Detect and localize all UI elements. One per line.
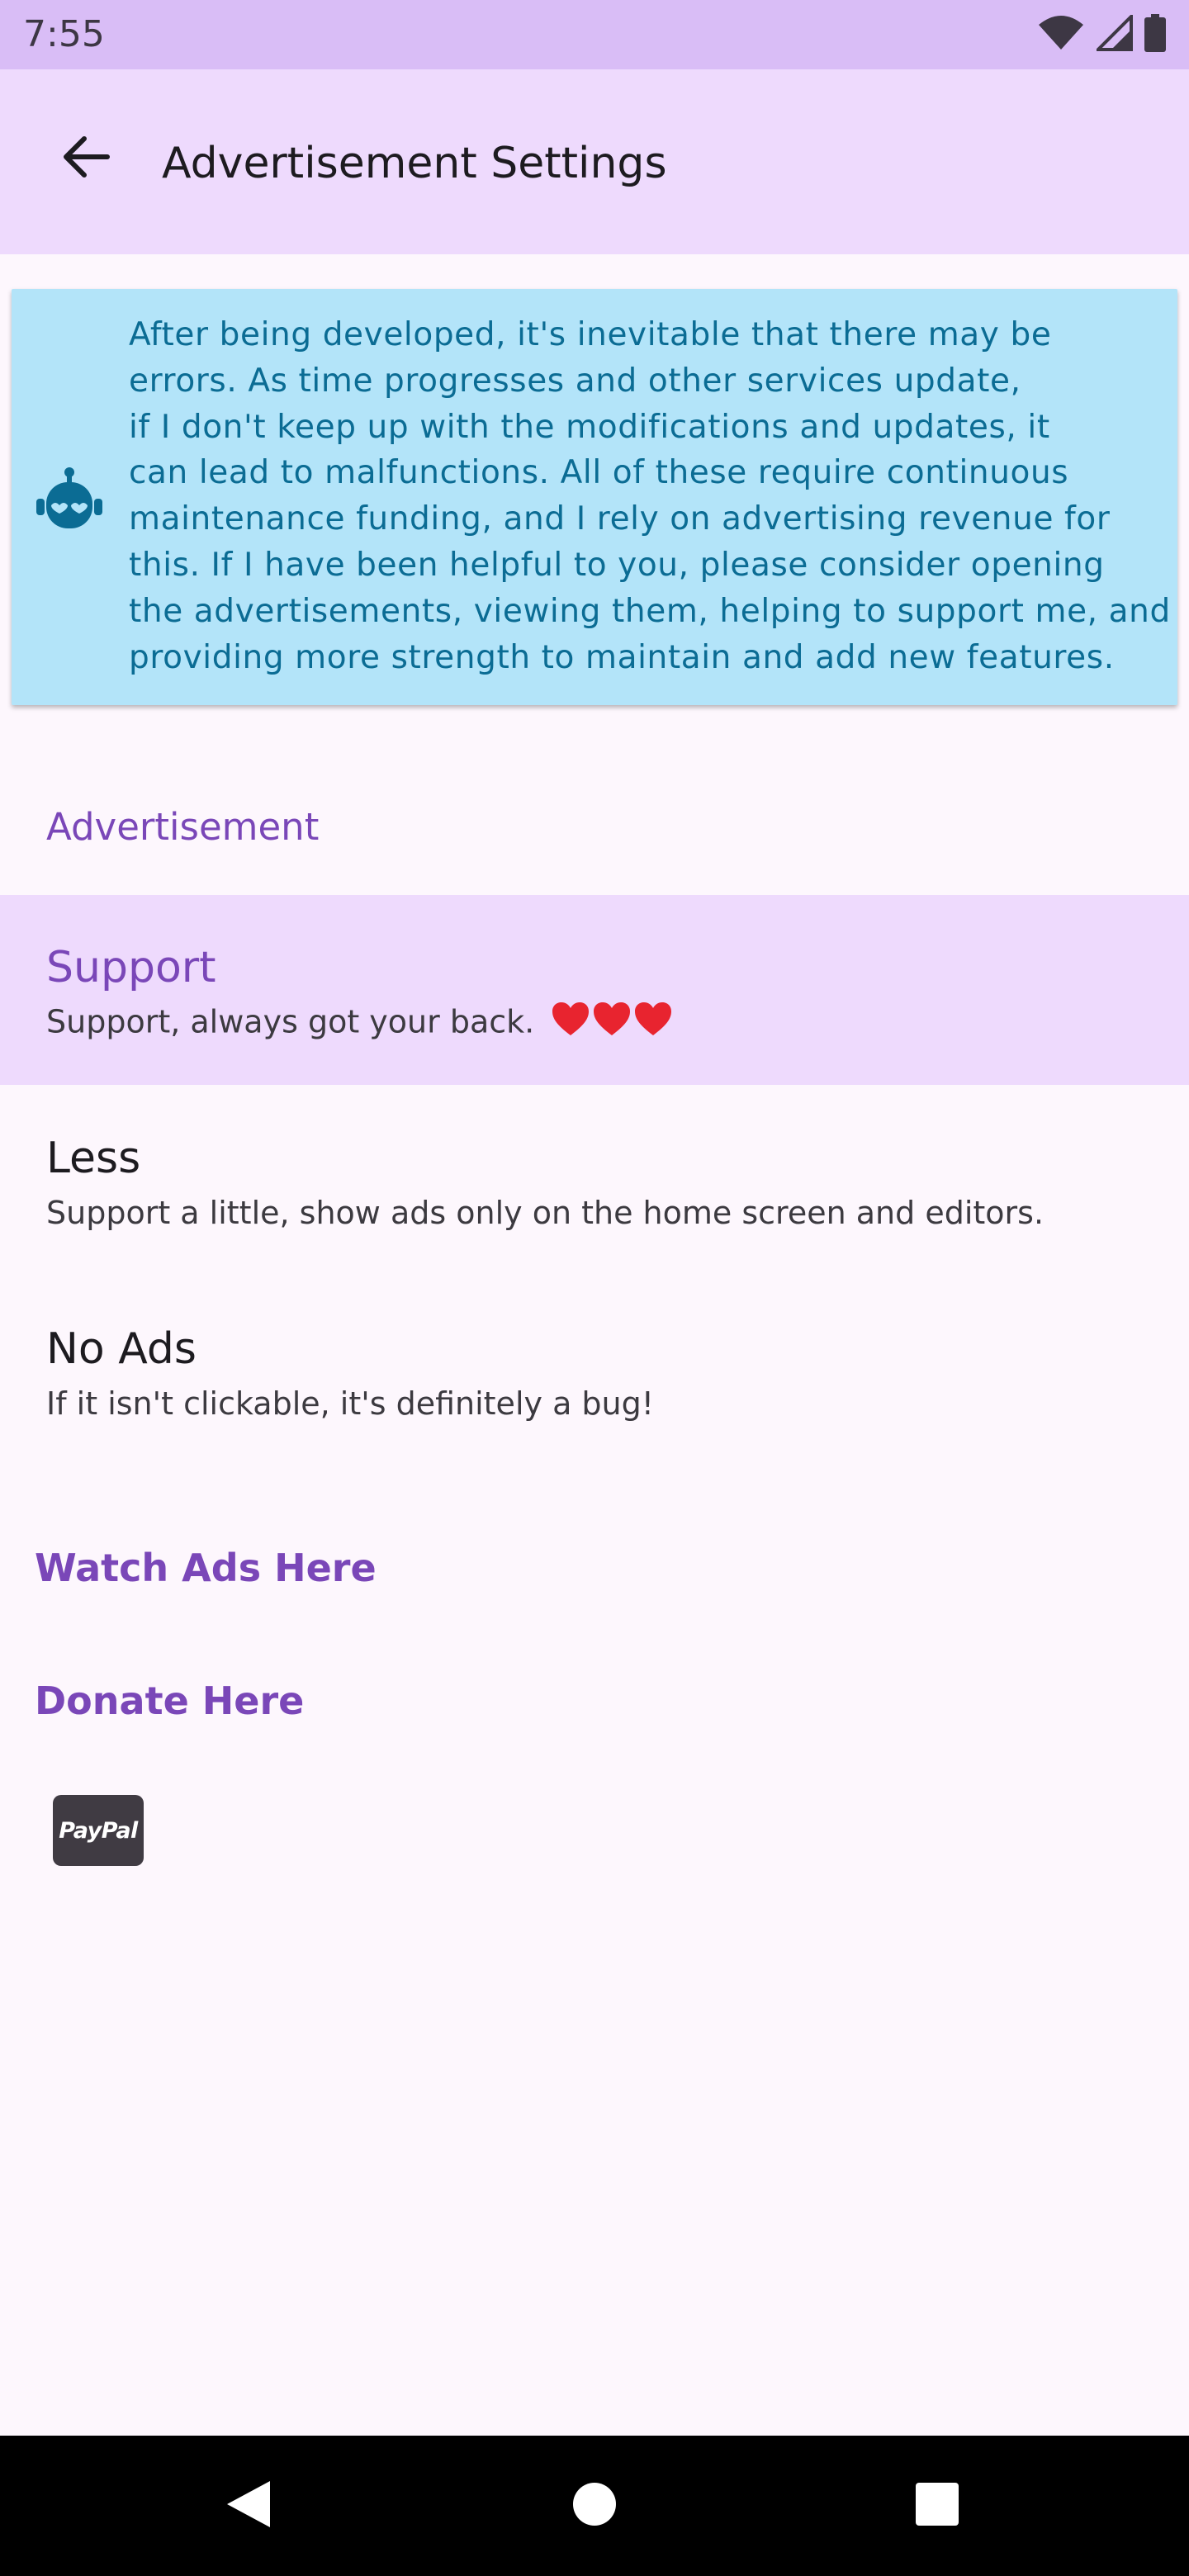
- nav-recents-button[interactable]: [900, 2469, 974, 2543]
- heart-icon: [551, 1001, 590, 1047]
- page-title: Advertisement Settings: [162, 139, 667, 188]
- back-button[interactable]: [46, 119, 126, 198]
- info-line: providing more strength to maintain and …: [129, 638, 1115, 676]
- robot-icon: [36, 467, 102, 530]
- option-summary: Support, always got your back.: [46, 1001, 673, 1047]
- info-line: can lead to malfunctions. All of these r…: [129, 454, 1069, 492]
- info-line: if I don't keep up with the modification…: [129, 408, 1050, 446]
- option-summary: If it isn't clickable, it's definitely a…: [46, 1385, 654, 1422]
- option-title: Support: [46, 943, 216, 992]
- option-title: Less: [46, 1134, 141, 1183]
- heart-icon: [633, 1001, 673, 1047]
- watch-ads-link[interactable]: Watch Ads Here: [35, 1544, 377, 1592]
- paypal-logo: PayPal: [59, 1817, 138, 1844]
- wifi-icon: [1037, 15, 1085, 54]
- info-line: errors. As time progresses and other ser…: [129, 362, 1021, 400]
- nav-back-button[interactable]: [211, 2469, 286, 2543]
- heart-icon: [592, 1001, 632, 1047]
- nav-home-button[interactable]: [557, 2469, 632, 2543]
- status-bar: [0, 0, 1189, 69]
- option-less[interactable]: [0, 1085, 1189, 1275]
- status-icons: [1037, 12, 1166, 55]
- option-summary: Support a little, show ads only on the h…: [46, 1195, 1045, 1231]
- battery-icon: [1144, 14, 1166, 55]
- donate-link[interactable]: Donate Here: [35, 1677, 304, 1725]
- nav-recents-icon: [914, 2481, 960, 2531]
- option-summary-text: Support, always got your back.: [46, 1003, 535, 1040]
- status-time: 7:55: [23, 13, 105, 55]
- info-line: After being developed, it's inevitable t…: [129, 316, 1052, 353]
- hearts: [551, 1001, 673, 1047]
- paypal-button[interactable]: PayPal: [53, 1795, 144, 1866]
- info-line: this. If I have been helpful to you, ple…: [129, 546, 1105, 584]
- signal-icon: [1094, 12, 1133, 54]
- section-header-advertisement: Advertisement: [46, 805, 320, 849]
- nav-home-icon: [571, 2481, 618, 2531]
- nav-back-icon: [224, 2478, 273, 2534]
- info-message: After being developed, it's inevitable t…: [129, 312, 1171, 680]
- info-line: the advertisements, viewing them, helpin…: [129, 592, 1171, 630]
- option-title: No Ads: [46, 1324, 197, 1374]
- arrow-back-icon: [61, 134, 111, 183]
- info-line: maintenance funding, and I rely on adver…: [129, 500, 1111, 538]
